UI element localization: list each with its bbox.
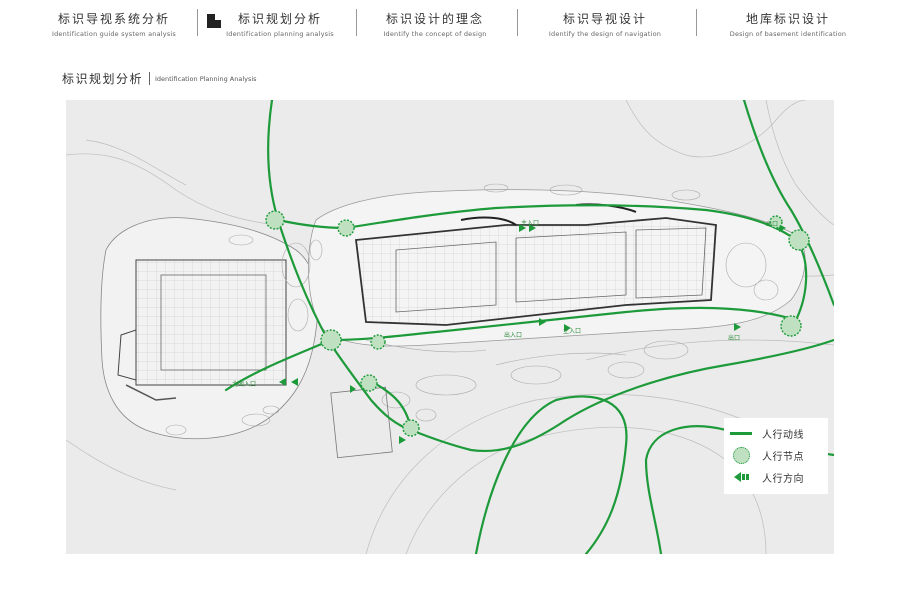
nav-item-sublabel: Design of basement identification	[729, 30, 847, 38]
legend-item-node: 人行节点	[724, 446, 804, 464]
nav-item-concept[interactable]: 标识设计的理念 Identify the concept of design	[370, 10, 500, 38]
section-title: 标识规划分析 Identification Planning Analysis	[62, 70, 257, 87]
nav-item-navigation-design[interactable]: 标识导视设计 Identify the design of navigation	[540, 10, 670, 38]
nav-divider	[356, 9, 357, 36]
exit-label-top: 出口	[766, 221, 779, 228]
nav-item-guide-system[interactable]: 标识导视系统分析 Identification guide system ana…	[44, 10, 184, 38]
nav-item-sublabel: Identify the concept of design	[383, 30, 487, 38]
title-divider	[149, 72, 151, 85]
pedestrian-route-line-icon	[724, 424, 756, 442]
map-legend: 人行动线 人行节点 人行方向	[724, 418, 828, 494]
entrance-exit-label: 出入口	[504, 332, 523, 339]
legend-label: 人行方向	[762, 473, 804, 485]
legend-item-direction: 人行方向	[724, 468, 804, 486]
nav-item-label: 标识设计的理念	[385, 12, 484, 26]
nav-item-label: 地库标识设计	[745, 12, 830, 26]
nav-item-label: 标识规划分析	[237, 12, 322, 26]
legend-item-route: 人行动线	[724, 424, 804, 442]
north-entrance-label: 北面入口	[232, 381, 257, 388]
top-navigation: 标识导视系统分析 Identification guide system ana…	[0, 0, 900, 44]
nav-item-label: 标识导视系统分析	[57, 12, 170, 26]
active-section-icon	[207, 14, 221, 28]
site-plan-drawing	[66, 100, 834, 554]
section-title-en: Identification Planning Analysis	[155, 74, 257, 83]
nav-item-sublabel: Identify the design of navigation	[548, 30, 662, 38]
nav-item-basement[interactable]: 地库标识设计 Design of basement identification	[718, 10, 858, 38]
nav-item-planning[interactable]: 标识规划分析 Identification planning analysis	[225, 10, 335, 38]
exit-label-right: 出口	[728, 335, 741, 342]
site-plan-map: 北面入口 出口 出口 主入口 出入口 主入口	[66, 100, 834, 554]
pedestrian-node-circle-icon	[724, 446, 756, 464]
legend-label: 人行节点	[762, 451, 804, 463]
nav-divider	[517, 9, 518, 36]
legend-label: 人行动线	[762, 429, 804, 441]
main-entrance-label-top: 主入口	[521, 220, 540, 227]
pedestrian-direction-arrow-icon	[724, 468, 756, 486]
nav-divider	[197, 9, 198, 36]
nav-item-sublabel: Identification guide system analysis	[51, 30, 176, 38]
nav-item-sublabel: Identification planning analysis	[226, 30, 334, 38]
nav-divider	[696, 9, 697, 36]
section-title-zh: 标识规划分析	[62, 72, 144, 86]
main-entrance-label-mid: 主入口	[563, 328, 582, 335]
nav-item-label: 标识导视设计	[562, 12, 647, 26]
